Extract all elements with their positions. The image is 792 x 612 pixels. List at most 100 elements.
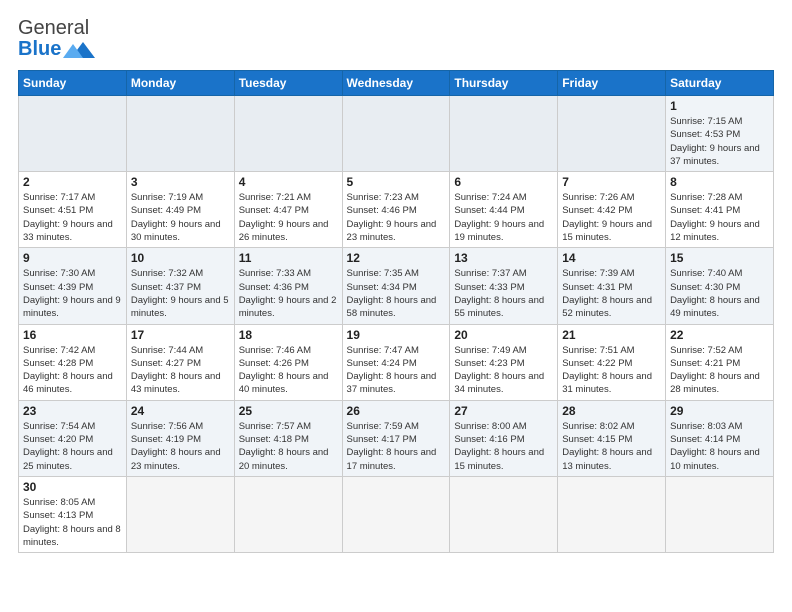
calendar-cell: 6Sunrise: 7:24 AM Sunset: 4:44 PM Daylig… bbox=[450, 172, 558, 248]
header: General Blue bbox=[18, 18, 774, 60]
day-number: 25 bbox=[239, 404, 338, 418]
day-number: 7 bbox=[562, 175, 661, 189]
day-info: Sunrise: 7:24 AM Sunset: 4:44 PM Dayligh… bbox=[454, 191, 553, 244]
day-info: Sunrise: 7:57 AM Sunset: 4:18 PM Dayligh… bbox=[239, 420, 338, 473]
day-number: 30 bbox=[23, 480, 122, 494]
day-info: Sunrise: 7:35 AM Sunset: 4:34 PM Dayligh… bbox=[347, 267, 446, 320]
header-monday: Monday bbox=[126, 71, 234, 96]
calendar-cell: 5 Sunrise: 7:23 AM Sunset: 4:46 PM Daylig… bbox=[342, 172, 450, 248]
calendar-cell: 25 Sunrise: 7:57 AM Sunset: 4:18 PM Dayli… bbox=[234, 400, 342, 476]
header-friday: Friday bbox=[558, 71, 666, 96]
calendar-cell bbox=[342, 96, 450, 172]
calendar-week-row: 9 Sunrise: 7:30 AM Sunset: 4:39 PM Daylig… bbox=[19, 248, 774, 324]
day-number: 18 bbox=[239, 328, 338, 342]
day-number: 26 bbox=[347, 404, 446, 418]
day-number: 4 bbox=[239, 175, 338, 189]
calendar-cell: 26 Sunrise: 7:59 AM Sunset: 4:17 PM Dayli… bbox=[342, 400, 450, 476]
calendar-cell bbox=[450, 476, 558, 552]
calendar-cell: 11Sunrise: 7:33 AM Sunset: 4:36 PM Dayli… bbox=[234, 248, 342, 324]
day-info: Sunrise: 7:28 AM Sunset: 4:41 PM Dayligh… bbox=[670, 191, 769, 244]
calendar-cell: 13 Sunrise: 7:37 AM Sunset: 4:33 PM Dayli… bbox=[450, 248, 558, 324]
header-sunday: Sunday bbox=[19, 71, 127, 96]
day-info: Sunrise: 7:23 AM Sunset: 4:46 PM Dayligh… bbox=[347, 191, 446, 244]
day-info: Sunrise: 7:42 AM Sunset: 4:28 PM Dayligh… bbox=[23, 344, 122, 397]
logo: General Blue bbox=[18, 18, 95, 60]
day-number: 22 bbox=[670, 328, 769, 342]
day-info: Sunrise: 7:15 AM Sunset: 4:53 PM Dayligh… bbox=[670, 115, 769, 168]
weekday-header-row: Sunday Monday Tuesday Wednesday Thursday… bbox=[19, 71, 774, 96]
day-info: Sunrise: 8:02 AM Sunset: 4:15 PM Dayligh… bbox=[562, 420, 661, 473]
calendar-cell bbox=[342, 476, 450, 552]
day-number: 11 bbox=[239, 251, 338, 265]
day-number: 14 bbox=[562, 251, 661, 265]
day-number: 21 bbox=[562, 328, 661, 342]
calendar-week-row: 30 Sunrise: 8:05 AM Sunset: 4:13 PM Dayli… bbox=[19, 476, 774, 552]
calendar-cell: 14 Sunrise: 7:39 AM Sunset: 4:31 PM Dayli… bbox=[558, 248, 666, 324]
calendar-cell: 10Sunrise: 7:32 AM Sunset: 4:37 PM Dayli… bbox=[126, 248, 234, 324]
day-number: 9 bbox=[23, 251, 122, 265]
calendar-cell: 22 Sunrise: 7:52 AM Sunset: 4:21 PM Dayli… bbox=[666, 324, 774, 400]
calendar-cell bbox=[126, 96, 234, 172]
calendar-cell bbox=[666, 476, 774, 552]
day-info: Sunrise: 7:59 AM Sunset: 4:17 PM Dayligh… bbox=[347, 420, 446, 473]
day-info: Sunrise: 7:37 AM Sunset: 4:33 PM Dayligh… bbox=[454, 267, 553, 320]
day-number: 12 bbox=[347, 251, 446, 265]
day-info: Sunrise: 7:47 AM Sunset: 4:24 PM Dayligh… bbox=[347, 344, 446, 397]
day-number: 24 bbox=[131, 404, 230, 418]
logo-wordmark: General Blue bbox=[18, 18, 95, 60]
day-info: Sunrise: 8:05 AM Sunset: 4:13 PM Dayligh… bbox=[23, 496, 122, 549]
day-number: 20 bbox=[454, 328, 553, 342]
calendar-cell: 12 Sunrise: 7:35 AM Sunset: 4:34 PM Dayli… bbox=[342, 248, 450, 324]
day-number: 23 bbox=[23, 404, 122, 418]
day-info: Sunrise: 7:21 AM Sunset: 4:47 PM Dayligh… bbox=[239, 191, 338, 244]
calendar-cell: 15 Sunrise: 7:40 AM Sunset: 4:30 PM Dayli… bbox=[666, 248, 774, 324]
calendar-cell: 7Sunrise: 7:26 AM Sunset: 4:42 PM Daylig… bbox=[558, 172, 666, 248]
calendar-cell: 28Sunrise: 8:02 AM Sunset: 4:15 PM Dayli… bbox=[558, 400, 666, 476]
calendar-cell: 29Sunrise: 8:03 AM Sunset: 4:14 PM Dayli… bbox=[666, 400, 774, 476]
calendar-cell bbox=[126, 476, 234, 552]
page: General Blue Sunday Monday Tuesday We bbox=[0, 0, 792, 612]
calendar-cell: 17 Sunrise: 7:44 AM Sunset: 4:27 PM Dayli… bbox=[126, 324, 234, 400]
calendar-cell bbox=[558, 96, 666, 172]
day-number: 19 bbox=[347, 328, 446, 342]
header-saturday: Saturday bbox=[666, 71, 774, 96]
day-number: 17 bbox=[131, 328, 230, 342]
calendar-week-row: 2Sunrise: 7:17 AM Sunset: 4:51 PM Daylig… bbox=[19, 172, 774, 248]
day-number: 15 bbox=[670, 251, 769, 265]
day-number: 8 bbox=[670, 175, 769, 189]
calendar-cell: 24Sunrise: 7:56 AM Sunset: 4:19 PM Dayli… bbox=[126, 400, 234, 476]
calendar-cell: 19 Sunrise: 7:47 AM Sunset: 4:24 PM Dayli… bbox=[342, 324, 450, 400]
day-number: 16 bbox=[23, 328, 122, 342]
day-number: 3 bbox=[131, 175, 230, 189]
day-number: 13 bbox=[454, 251, 553, 265]
calendar-cell: 1Sunrise: 7:15 AM Sunset: 4:53 PM Daylig… bbox=[666, 96, 774, 172]
calendar-cell: 2Sunrise: 7:17 AM Sunset: 4:51 PM Daylig… bbox=[19, 172, 127, 248]
calendar-week-row: 1Sunrise: 7:15 AM Sunset: 4:53 PM Daylig… bbox=[19, 96, 774, 172]
calendar-cell: 4 Sunrise: 7:21 AM Sunset: 4:47 PM Daylig… bbox=[234, 172, 342, 248]
calendar-cell: 3Sunrise: 7:19 AM Sunset: 4:49 PM Daylig… bbox=[126, 172, 234, 248]
day-info: Sunrise: 7:54 AM Sunset: 4:20 PM Dayligh… bbox=[23, 420, 122, 473]
header-wednesday: Wednesday bbox=[342, 71, 450, 96]
calendar-cell bbox=[19, 96, 127, 172]
calendar-week-row: 16 Sunrise: 7:42 AM Sunset: 4:28 PM Dayli… bbox=[19, 324, 774, 400]
day-info: Sunrise: 7:39 AM Sunset: 4:31 PM Dayligh… bbox=[562, 267, 661, 320]
header-thursday: Thursday bbox=[450, 71, 558, 96]
logo-blue-text: Blue bbox=[18, 39, 61, 59]
day-info: Sunrise: 7:46 AM Sunset: 4:26 PM Dayligh… bbox=[239, 344, 338, 397]
calendar-table: Sunday Monday Tuesday Wednesday Thursday… bbox=[18, 70, 774, 553]
calendar-cell bbox=[234, 96, 342, 172]
calendar-cell bbox=[450, 96, 558, 172]
day-info: Sunrise: 7:51 AM Sunset: 4:22 PM Dayligh… bbox=[562, 344, 661, 397]
calendar-cell: 16 Sunrise: 7:42 AM Sunset: 4:28 PM Dayli… bbox=[19, 324, 127, 400]
day-info: Sunrise: 7:40 AM Sunset: 4:30 PM Dayligh… bbox=[670, 267, 769, 320]
day-number: 10 bbox=[131, 251, 230, 265]
day-info: Sunrise: 7:44 AM Sunset: 4:27 PM Dayligh… bbox=[131, 344, 230, 397]
day-info: Sunrise: 7:52 AM Sunset: 4:21 PM Dayligh… bbox=[670, 344, 769, 397]
day-info: Sunrise: 7:30 AM Sunset: 4:39 PM Dayligh… bbox=[23, 267, 122, 320]
day-info: Sunrise: 8:00 AM Sunset: 4:16 PM Dayligh… bbox=[454, 420, 553, 473]
day-number: 27 bbox=[454, 404, 553, 418]
day-number: 29 bbox=[670, 404, 769, 418]
day-number: 2 bbox=[23, 175, 122, 189]
day-number: 5 bbox=[347, 175, 446, 189]
calendar-cell: 9 Sunrise: 7:30 AM Sunset: 4:39 PM Daylig… bbox=[19, 248, 127, 324]
